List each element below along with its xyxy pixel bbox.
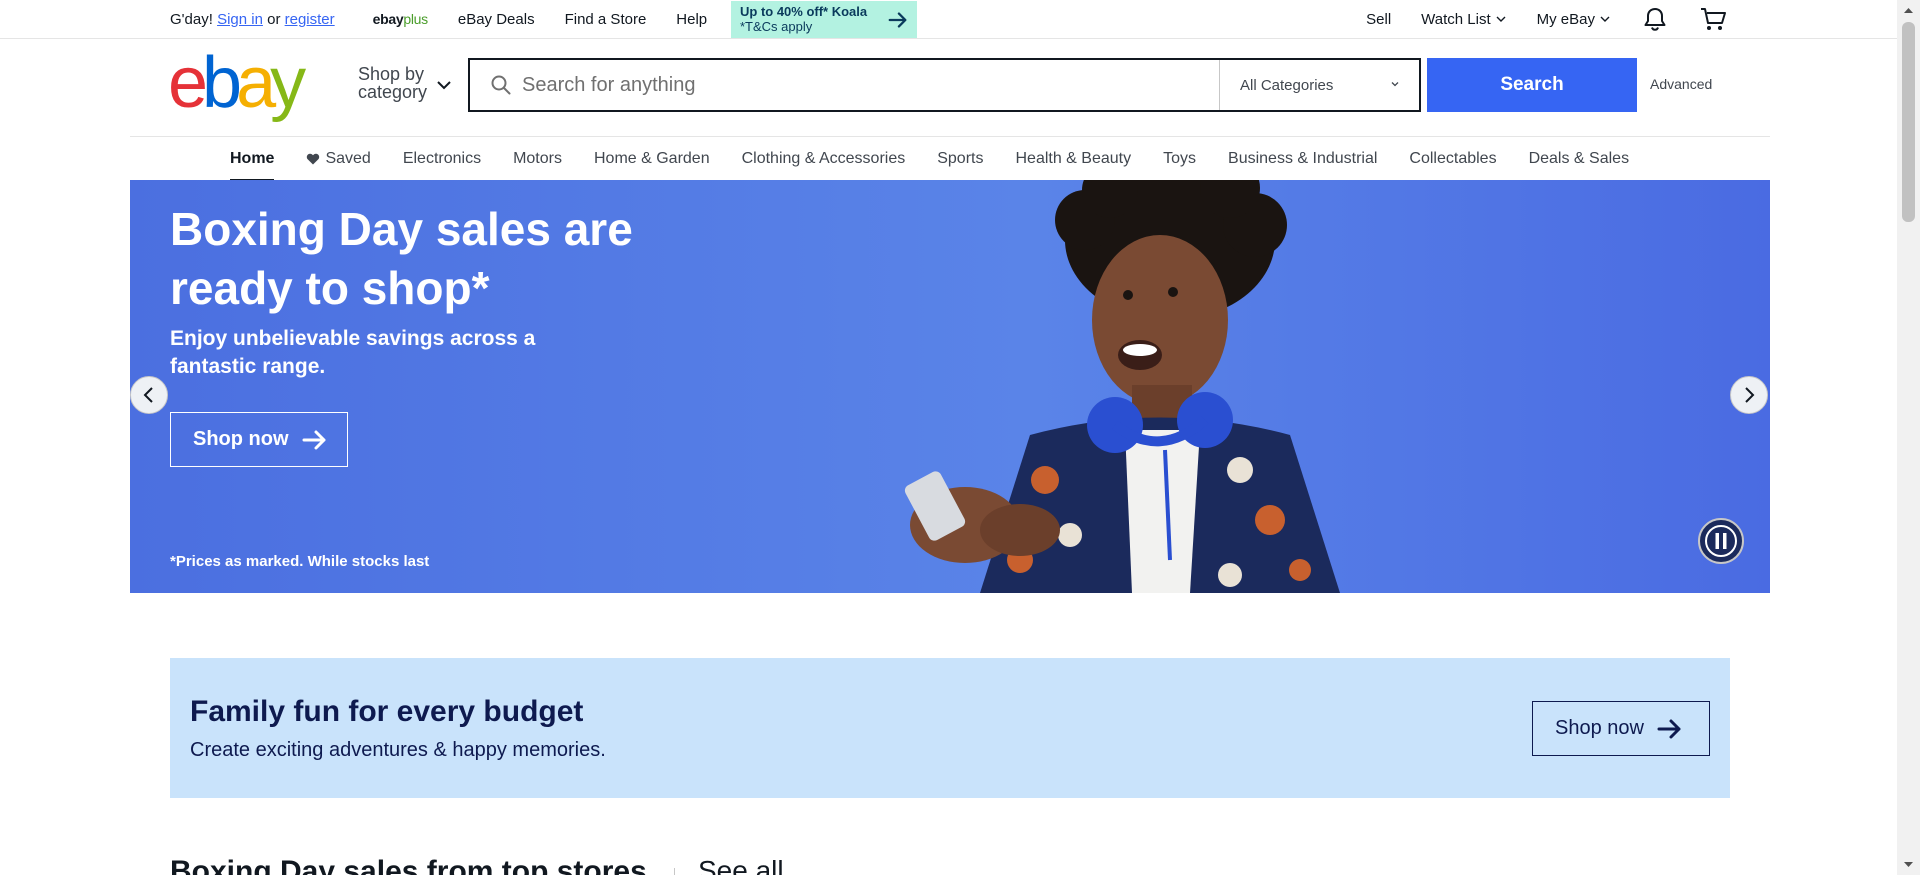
hero-shop-now-label: Shop now <box>193 428 289 450</box>
watch-list-label: Watch List <box>1421 10 1491 28</box>
top-utility-bar: G'day! Sign in or register ebayplus eBay… <box>0 0 1897 39</box>
see-all-label: See all <box>698 855 784 875</box>
pause-icon[interactable] <box>1697 517 1745 565</box>
section-title: Boxing Day sales from top stores <box>170 855 647 875</box>
logo-letter-a: a <box>236 43 276 123</box>
nav-item-deals-sales[interactable]: Deals & Sales <box>1529 137 1630 181</box>
register-link[interactable]: register <box>285 11 335 28</box>
ebay-deals-link[interactable]: eBay Deals <box>458 11 535 28</box>
ebay-logo[interactable]: ebay <box>168 47 318 119</box>
family-banner-subtitle: Create exciting adventures & happy memor… <box>190 739 606 761</box>
sign-in-link[interactable]: Sign in <box>217 11 263 28</box>
section-divider <box>674 868 675 875</box>
heart-icon <box>307 153 320 165</box>
help-link[interactable]: Help <box>676 11 707 28</box>
nav-item-saved[interactable]: Saved <box>306 137 371 181</box>
search-button[interactable]: Search <box>1427 58 1637 112</box>
cart-button[interactable] <box>1699 5 1727 33</box>
nav-item-collectables[interactable]: Collectables <box>1409 137 1496 181</box>
chevron-down-icon <box>1391 82 1399 87</box>
ebay-plus-link[interactable]: ebayplus <box>372 11 429 27</box>
family-shop-now-button[interactable]: Shop now <box>1532 701 1710 756</box>
nav-item-home[interactable]: Home <box>230 137 275 181</box>
koala-promo-banner[interactable]: Up to 40% off* Koala *T&Cs apply <box>731 1 917 38</box>
ebay-plus-brand: ebay <box>372 11 404 27</box>
nav-item-business-industrial[interactable]: Business & Industrial <box>1228 137 1377 181</box>
page-scrollbar[interactable] <box>1897 0 1920 875</box>
search-box: All Categories <box>468 58 1421 112</box>
chevron-down-icon <box>1600 16 1610 22</box>
arrow-right-icon <box>1657 719 1681 738</box>
category-select-label: All Categories <box>1240 77 1334 94</box>
advanced-search-link[interactable]: Advanced <box>1650 76 1712 92</box>
hero-subtitle: Enjoy unbelievable savings across a fant… <box>170 327 536 378</box>
shop-by-category-button[interactable]: Shop by category <box>358 65 427 101</box>
logo-letter-e: e <box>168 43 208 123</box>
family-shop-now-label: Shop now <box>1555 717 1644 739</box>
arrow-right-icon <box>302 430 326 449</box>
search-input[interactable] <box>522 60 1122 110</box>
family-fun-banner: Family fun for every budget Create excit… <box>170 658 1730 798</box>
topbar-right: Sell Watch List My eBay <box>1336 0 1727 38</box>
notifications-button[interactable] <box>1641 5 1669 33</box>
logo-letter-y: y <box>270 43 306 123</box>
bell-icon <box>1644 8 1666 31</box>
greeting-text: G'day! <box>170 10 213 28</box>
category-select[interactable]: All Categories <box>1219 60 1419 110</box>
scrollbar-thumb[interactable] <box>1902 22 1915 222</box>
scroll-up-icon[interactable] <box>1902 4 1915 17</box>
logo-letter-b: b <box>202 43 242 123</box>
topbar-left: G'day! Sign in or register ebayplus eBay… <box>170 0 707 38</box>
chevron-left-icon <box>143 387 153 403</box>
chevron-down-icon <box>1496 16 1506 22</box>
category-nav: Home Saved Electronics Motors Home & Gar… <box>130 136 1770 181</box>
shop-by-line-1: Shop by <box>358 64 425 84</box>
sell-label: Sell <box>1366 10 1392 28</box>
nav-item-home-garden[interactable]: Home & Garden <box>594 137 710 181</box>
category-nav-items: Home Saved Electronics Motors Home & Gar… <box>230 137 1661 181</box>
search-icon <box>491 75 511 95</box>
scroll-down-icon[interactable] <box>1902 858 1915 871</box>
nav-item-motors[interactable]: Motors <box>513 137 562 181</box>
my-ebay-menu[interactable]: My eBay <box>1537 11 1611 28</box>
chevron-right-icon <box>1745 387 1755 403</box>
hero-title: Boxing Day sales are ready to shop* <box>170 203 633 314</box>
promo-line-1: Up to 40% off* Koala <box>740 4 868 19</box>
nav-item-saved-label: Saved <box>325 150 371 167</box>
shopping-cart-icon <box>1701 8 1726 30</box>
carousel-next-button[interactable] <box>1730 376 1768 414</box>
hero-shop-now-button[interactable]: Shop now <box>170 412 348 467</box>
find-a-store-link[interactable]: Find a Store <box>565 11 647 28</box>
nav-item-toys[interactable]: Toys <box>1163 137 1196 181</box>
hero-person-image <box>904 180 1340 593</box>
promo-line-2: *T&Cs apply <box>740 19 813 34</box>
arrow-right-icon <box>888 12 907 28</box>
nav-item-clothing-accessories[interactable]: Clothing & Accessories <box>742 137 906 181</box>
ebay-plus-suffix: plus <box>403 11 428 27</box>
family-banner-title: Family fun for every budget <box>190 695 584 728</box>
nav-item-health-beauty[interactable]: Health & Beauty <box>1015 137 1131 181</box>
my-ebay-label: My eBay <box>1536 10 1595 28</box>
carousel-prev-button[interactable] <box>130 376 168 414</box>
chevron-down-icon[interactable] <box>435 76 453 94</box>
nav-item-sports[interactable]: Sports <box>937 137 983 181</box>
see-all-link[interactable]: See all <box>698 855 784 875</box>
hero-fineprint: *Prices as marked. While stocks last <box>170 553 430 570</box>
or-text: or <box>267 10 281 28</box>
hero-carousel: Boxing Day sales are ready to shop* Enjo… <box>130 180 1770 593</box>
nav-item-electronics[interactable]: Electronics <box>403 137 481 181</box>
sell-link[interactable]: Sell <box>1366 11 1391 28</box>
watch-list-menu[interactable]: Watch List <box>1421 11 1506 28</box>
shop-by-line-2: category <box>358 82 428 102</box>
